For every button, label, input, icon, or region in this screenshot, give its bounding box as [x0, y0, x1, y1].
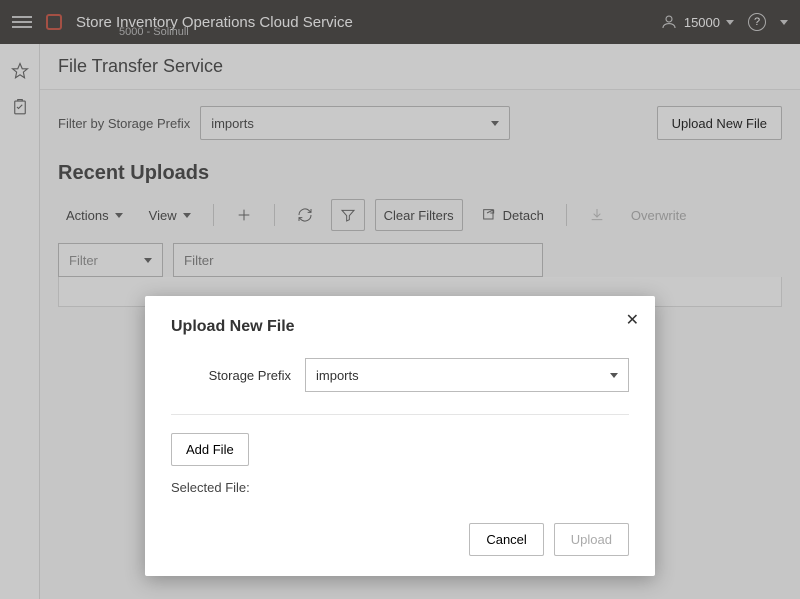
storage-prefix-label: Storage Prefix — [171, 368, 291, 383]
modal-title: Upload New File — [171, 318, 629, 336]
selected-file-label: Selected File: — [171, 480, 629, 495]
upload-modal: ✕ Upload New File Storage Prefix imports… — [145, 296, 655, 576]
cancel-button[interactable]: Cancel — [469, 523, 543, 556]
storage-prefix-select[interactable]: imports — [305, 358, 629, 392]
chevron-down-icon — [610, 373, 618, 378]
add-file-button[interactable]: Add File — [171, 433, 249, 466]
close-icon[interactable]: ✕ — [626, 310, 639, 330]
upload-button: Upload — [554, 523, 629, 556]
divider — [171, 414, 629, 415]
